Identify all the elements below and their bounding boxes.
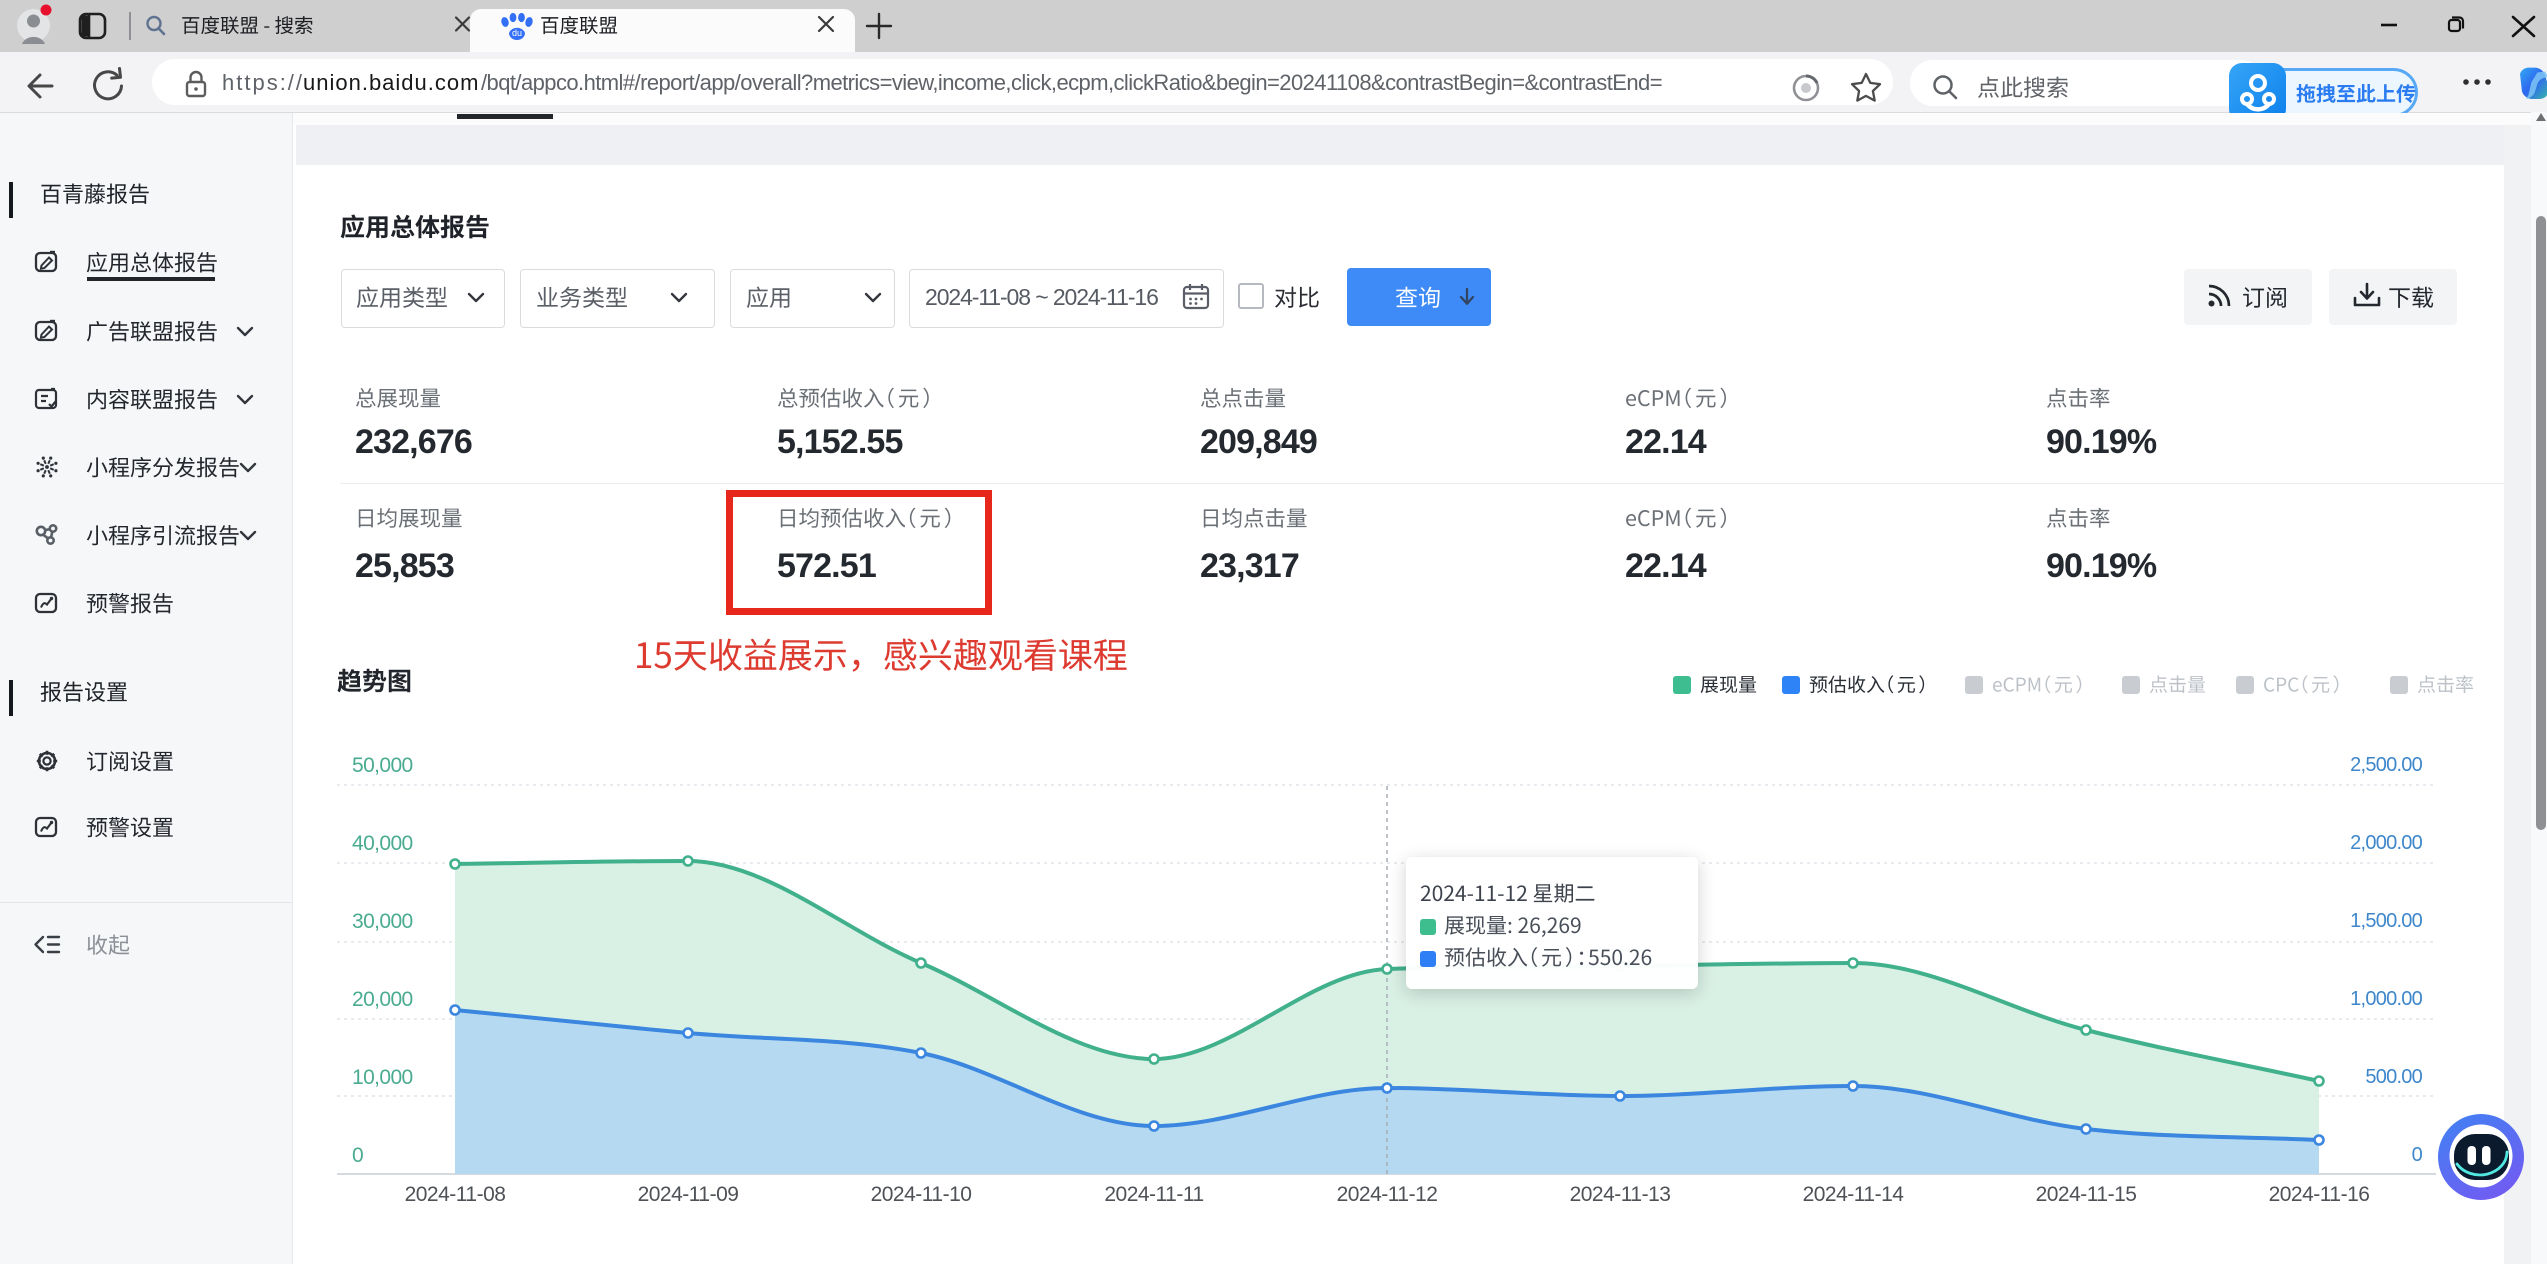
svg-text:du: du — [512, 28, 522, 38]
